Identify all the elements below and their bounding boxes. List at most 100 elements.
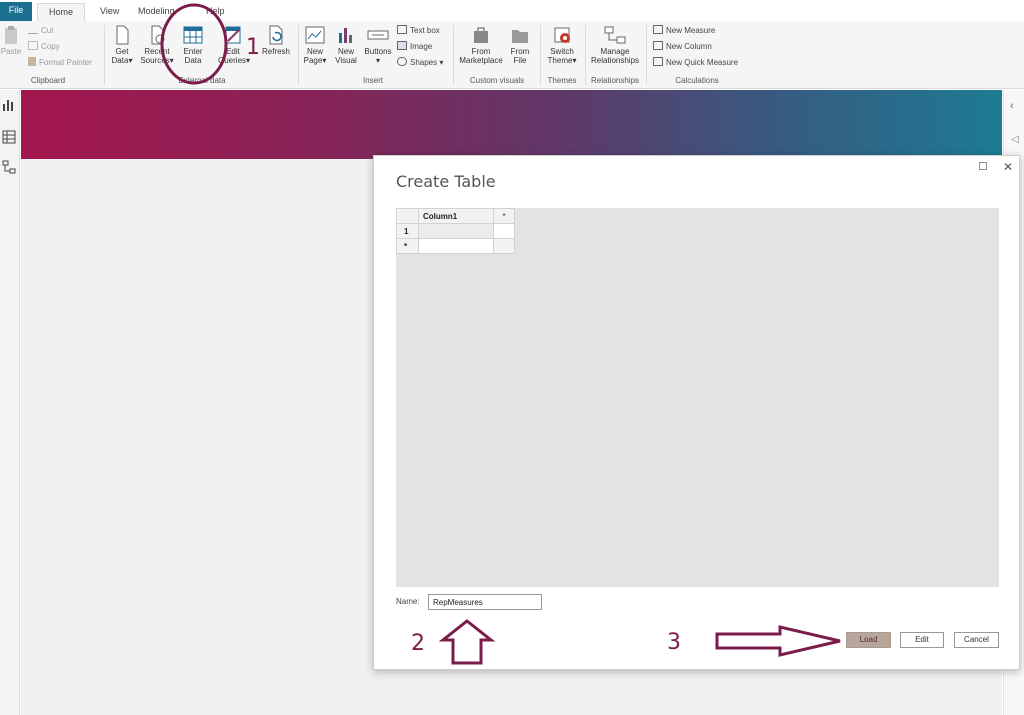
table-cell[interactable] bbox=[493, 223, 515, 239]
group-separator bbox=[646, 25, 647, 85]
name-label: Name: bbox=[396, 597, 420, 606]
switch-theme-button[interactable]: Switch Theme▾ bbox=[544, 25, 580, 65]
ribbon: Paste Cut Copy Format Painter Clipboard … bbox=[0, 21, 1024, 89]
chevron-left-icon[interactable]: ‹ bbox=[1010, 100, 1014, 112]
maximize-icon[interactable]: ☐ bbox=[978, 160, 988, 173]
buttons-button[interactable]: Buttons ▾ bbox=[362, 25, 394, 65]
marketplace-icon bbox=[474, 27, 488, 43]
manage-relationships-button[interactable]: Manage Relationships bbox=[588, 25, 642, 65]
recent-sources-icon bbox=[151, 25, 165, 45]
format-painter-button[interactable]: Format Painter bbox=[28, 56, 92, 70]
from-marketplace-label-1: From bbox=[471, 47, 491, 56]
relationships-icon bbox=[604, 26, 626, 44]
table-row: 1 bbox=[396, 223, 515, 239]
group-separator bbox=[453, 25, 454, 85]
from-file-button[interactable]: From File bbox=[508, 25, 532, 65]
table-header-row: Column1 * bbox=[396, 208, 515, 224]
tab-view[interactable]: View bbox=[92, 3, 127, 21]
quick-measure-icon bbox=[653, 57, 663, 66]
load-button[interactable]: Load bbox=[846, 632, 891, 648]
tab-modeling[interactable]: Modeling bbox=[130, 3, 183, 21]
calculator-icon bbox=[653, 25, 663, 34]
copy-icon bbox=[28, 41, 38, 50]
new-row-header: * bbox=[396, 238, 419, 254]
copy-button[interactable]: Copy bbox=[28, 40, 60, 54]
recent-sources-button[interactable]: Recent Sources▾ bbox=[140, 25, 174, 65]
get-data-button[interactable]: Get Data▾ bbox=[109, 25, 135, 65]
edit-button[interactable]: Edit bbox=[900, 632, 944, 648]
new-page-icon bbox=[305, 26, 325, 44]
create-table-dialog: Create Table ☐ ✕ Column1 * 1 * Name: Rep… bbox=[373, 155, 1020, 670]
group-separator bbox=[104, 25, 105, 85]
cut-label: Cut bbox=[41, 26, 54, 35]
annotation-number-3: 3 bbox=[667, 630, 681, 655]
new-measure-button[interactable]: New Measure bbox=[653, 24, 715, 38]
new-quick-measure-label: New Quick Measure bbox=[666, 58, 739, 67]
table-cell[interactable] bbox=[418, 238, 494, 254]
group-label-insert: Insert bbox=[362, 76, 383, 85]
from-marketplace-button[interactable]: From Marketplace bbox=[456, 25, 506, 65]
new-page-button[interactable]: New Page▾ bbox=[301, 25, 329, 65]
dialog-title: Create Table bbox=[396, 172, 496, 191]
table-cell[interactable] bbox=[418, 223, 494, 239]
data-view-icon[interactable] bbox=[2, 130, 16, 144]
shapes-button[interactable]: Shapes ▾ bbox=[397, 56, 443, 70]
from-file-label-1: From bbox=[510, 47, 530, 56]
group-label-relationships: Relationships bbox=[590, 76, 640, 85]
group-separator bbox=[298, 25, 299, 85]
new-quick-measure-button[interactable]: New Quick Measure bbox=[653, 56, 738, 70]
new-visual-label-2: Visual bbox=[335, 56, 357, 65]
scissors-icon bbox=[28, 25, 38, 34]
model-view-icon[interactable] bbox=[2, 160, 16, 174]
group-label-clipboard: Clipboard bbox=[30, 76, 66, 85]
buttons-icon bbox=[367, 30, 389, 40]
enter-data-label-1: Enter bbox=[183, 47, 203, 56]
enter-data-button[interactable]: Enter Data bbox=[179, 25, 207, 65]
cut-button[interactable]: Cut bbox=[28, 24, 53, 38]
recent-sources-label-1: Recent bbox=[144, 47, 170, 56]
image-button[interactable]: Image bbox=[397, 40, 432, 54]
new-column-label: New Column bbox=[666, 42, 712, 51]
copy-label: Copy bbox=[41, 42, 60, 51]
new-visual-button[interactable]: New Visual bbox=[332, 25, 360, 65]
get-data-label-1: Get bbox=[115, 47, 129, 56]
report-banner bbox=[21, 90, 1002, 159]
cancel-button[interactable]: Cancel bbox=[954, 632, 999, 648]
filter-pane-icon[interactable]: ◁ bbox=[1011, 134, 1019, 145]
paste-button[interactable]: Paste bbox=[0, 25, 22, 56]
switch-theme-label-1: Switch bbox=[550, 47, 574, 56]
refresh-button[interactable]: Refresh bbox=[259, 25, 293, 56]
switch-theme-label-2: Theme bbox=[547, 56, 573, 65]
report-view-icon[interactable] bbox=[2, 98, 16, 112]
paste-label: Paste bbox=[0, 47, 22, 56]
column-icon bbox=[653, 41, 663, 50]
edit-queries-button[interactable]: Edit Queries▾ bbox=[218, 25, 250, 65]
power-bi-window: File Home View Modeling Help Paste Cut C… bbox=[0, 0, 1024, 715]
enter-data-label-2: Data bbox=[184, 56, 202, 65]
corner-cell bbox=[396, 208, 419, 224]
table-cell[interactable] bbox=[493, 238, 515, 254]
new-measure-label: New Measure bbox=[666, 26, 716, 35]
manage-relationships-label-2: Relationships bbox=[590, 56, 640, 65]
paste-icon bbox=[5, 26, 17, 44]
new-page-label-1: New bbox=[306, 47, 323, 56]
group-label-calculations: Calculations bbox=[675, 76, 719, 85]
tab-help[interactable]: Help bbox=[198, 3, 233, 21]
new-page-label-2: Page bbox=[303, 56, 323, 65]
tab-home[interactable]: Home bbox=[37, 3, 85, 21]
text-box-button[interactable]: Text box bbox=[397, 24, 440, 38]
table-name-input[interactable] bbox=[428, 594, 542, 610]
new-column-button[interactable]: New Column bbox=[653, 40, 712, 54]
shapes-label: Shapes bbox=[410, 58, 438, 67]
group-label-external-data: External data bbox=[178, 76, 226, 85]
new-visual-label-1: New bbox=[337, 47, 354, 56]
brush-icon bbox=[28, 57, 36, 66]
document-icon bbox=[116, 25, 129, 45]
group-label-themes: Themes bbox=[547, 76, 577, 85]
tab-file[interactable]: File bbox=[0, 2, 32, 21]
add-column-header[interactable]: * bbox=[493, 208, 515, 224]
recent-sources-label-2: Sources bbox=[140, 56, 170, 65]
close-icon[interactable]: ✕ bbox=[1003, 160, 1013, 174]
refresh-icon bbox=[269, 25, 283, 45]
column-header[interactable]: Column1 bbox=[418, 208, 494, 224]
